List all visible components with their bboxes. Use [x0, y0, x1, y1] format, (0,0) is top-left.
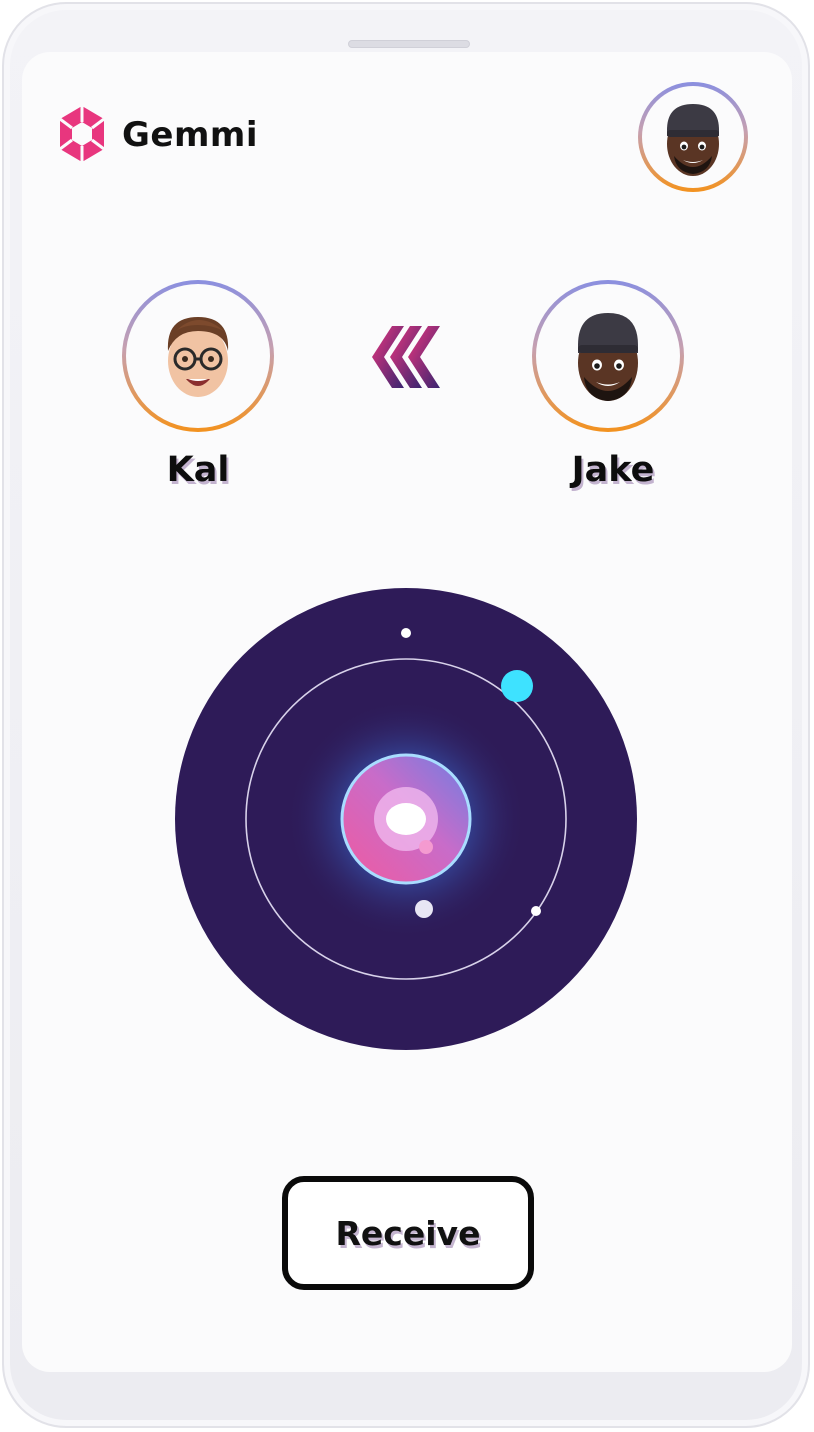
- profile-avatar-button[interactable]: [638, 82, 748, 192]
- triple-chevron-left-icon: [372, 326, 440, 388]
- orbit-dot-small: [531, 906, 541, 916]
- jake-avatar-icon: [578, 313, 638, 401]
- receive-button[interactable]: Receive: [282, 1176, 534, 1290]
- receiver-name: Kal: [166, 450, 230, 490]
- sender-name: Jake: [571, 450, 655, 490]
- orbit-dot-bottom: [415, 900, 433, 918]
- phone-speaker: [348, 40, 470, 48]
- core-inner: [386, 803, 426, 835]
- orbit-planet-cyan: [501, 670, 533, 702]
- kal-avatar[interactable]: [122, 280, 274, 432]
- brand: Gemmi: [56, 104, 258, 166]
- jake-avatar-icon: [667, 104, 719, 176]
- kal-avatar-icon: [167, 317, 229, 397]
- orbit-dot-top: [401, 628, 411, 638]
- app-screen: Gemmi Kal Jake Receive: [22, 52, 792, 1372]
- transfer-orbit-animation: [175, 588, 637, 1050]
- receive-button-label: Receive: [335, 1213, 481, 1253]
- app-name: Gemmi: [122, 115, 258, 155]
- gemmi-logo-icon: [59, 106, 105, 162]
- core-moon: [419, 840, 433, 854]
- jake-avatar[interactable]: [532, 280, 684, 432]
